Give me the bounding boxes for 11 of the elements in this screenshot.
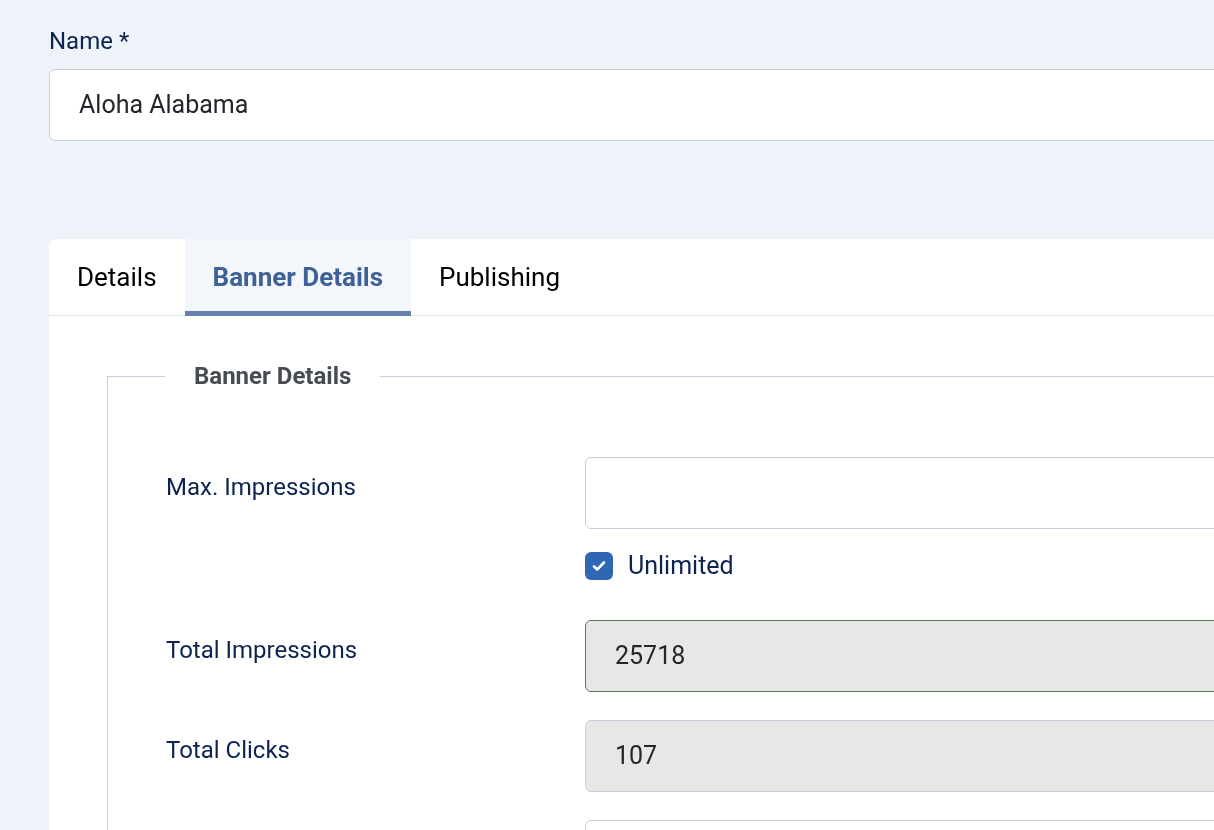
checkbox[interactable] xyxy=(585,551,613,580)
tab[interactable]: Publishing xyxy=(411,239,588,316)
field-label: Total Impressions xyxy=(166,634,359,666)
input-field[interactable] xyxy=(585,457,1214,529)
field-label: Max. Impressions xyxy=(166,472,357,503)
name-field[interactable]: Aloha Alabama xyxy=(49,69,1214,141)
tab[interactable]: Details xyxy=(49,239,185,316)
field-label: Name * xyxy=(49,26,131,57)
tab[interactable]: Banner Details xyxy=(184,239,411,316)
checkbox-label: Unlimited xyxy=(628,550,734,582)
field-label: Total Clicks xyxy=(166,734,291,766)
